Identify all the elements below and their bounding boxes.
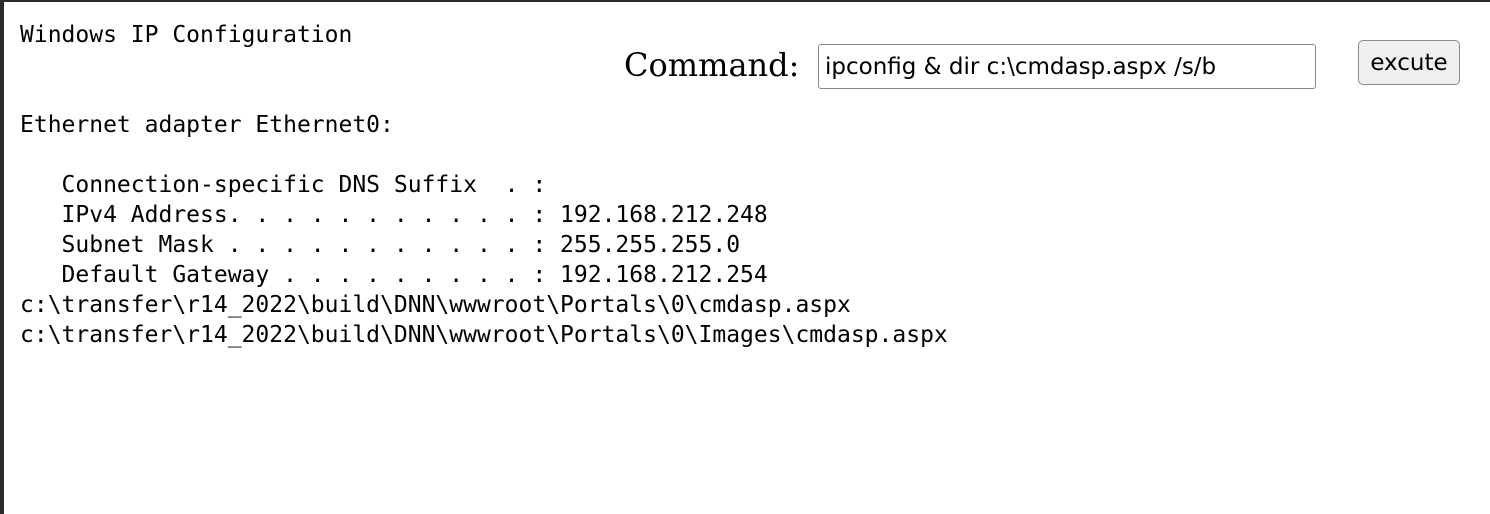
output-line: Connection-specific DNS Suffix . : — [20, 172, 547, 198]
page: Windows IP Configuration Ethernet adapter… — [0, 0, 1490, 514]
output-line: c:\transfer\r14_2022\build\DNN\wwwroot\P… — [20, 322, 948, 348]
command-input[interactable] — [818, 44, 1316, 89]
output-line: Ethernet adapter Ethernet0: — [20, 112, 394, 138]
execute-button[interactable]: excute — [1358, 40, 1460, 85]
command-form: Command: excute — [624, 40, 1464, 90]
output-line: Subnet Mask . . . . . . . . . . . : 255.… — [20, 232, 741, 258]
output-line: IPv4 Address. . . . . . . . . . . : 192.… — [20, 202, 768, 228]
command-label: Command: — [624, 46, 800, 84]
output-line: Default Gateway . . . . . . . . . : 192.… — [20, 262, 768, 288]
output-line: c:\transfer\r14_2022\build\DNN\wwwroot\P… — [20, 292, 851, 318]
